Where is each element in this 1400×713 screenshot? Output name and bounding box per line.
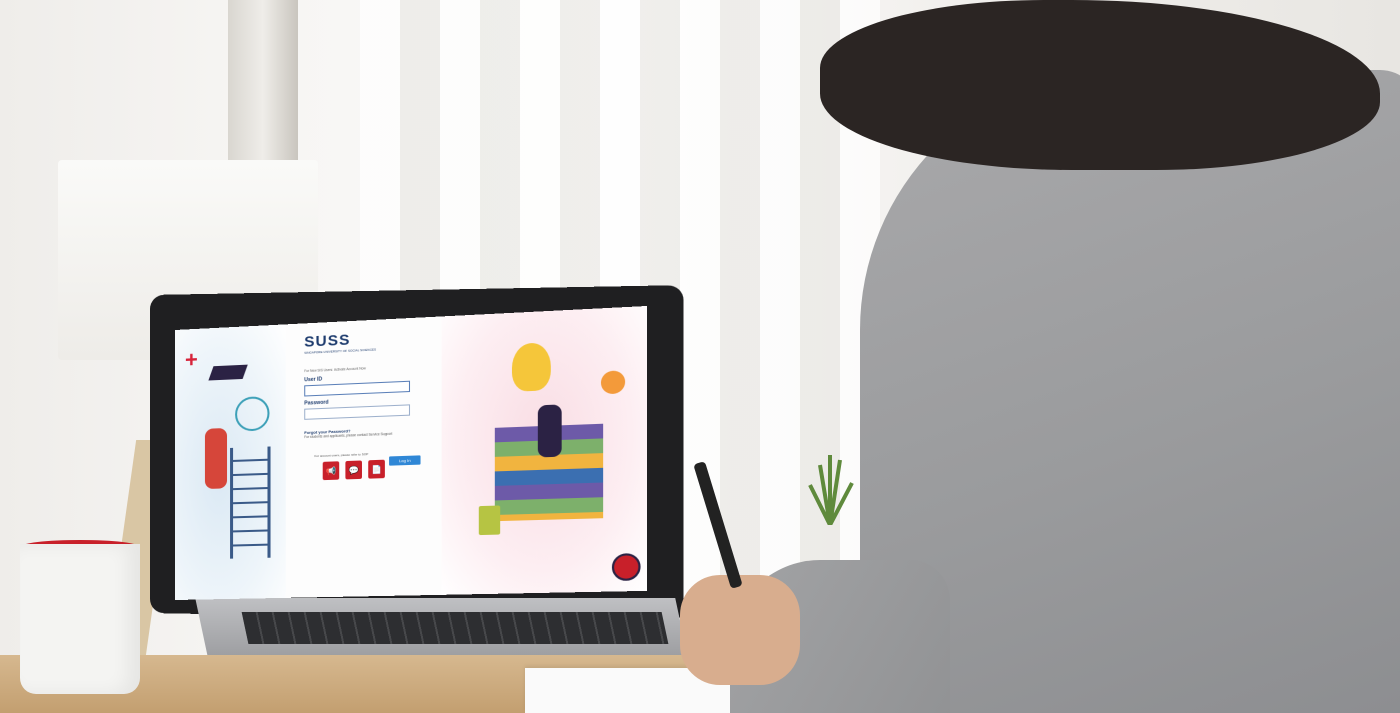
climbing-student-icon (204, 427, 228, 490)
document-icon[interactable]: 📄 (368, 459, 385, 479)
potted-plant (800, 455, 860, 526)
graduation-cap-icon (208, 364, 248, 381)
lamp-pole (228, 0, 298, 160)
ladder-icon (230, 446, 271, 559)
photo-scene: + SUSS SINGAPORE UNIVERSITY OF SOCIAL SC… (0, 0, 1400, 713)
login-form: SUSS SINGAPORE UNIVERSITY OF SOCIAL SCIE… (304, 327, 439, 481)
chat-icon[interactable]: 💬 (345, 460, 362, 480)
lightbulb-icon (511, 342, 551, 392)
plus-icon: + (184, 346, 198, 373)
coffee-mug (20, 544, 140, 694)
login-button[interactable]: Log In (389, 455, 421, 466)
laptop-screen: + SUSS SINGAPORE UNIVERSITY OF SOCIAL SC… (175, 305, 648, 600)
quick-links: 📢 💬 📄 (322, 458, 440, 481)
megaphone-icon[interactable]: 📢 (322, 461, 340, 481)
reading-student-icon (537, 404, 562, 458)
user-id-input[interactable] (304, 380, 411, 397)
person-hand (680, 575, 800, 685)
laptop-keyboard (241, 612, 669, 644)
calculator-icon (478, 505, 501, 536)
sop-note: For account users, please refer to SOP (314, 452, 369, 459)
password-input[interactable] (304, 404, 411, 420)
